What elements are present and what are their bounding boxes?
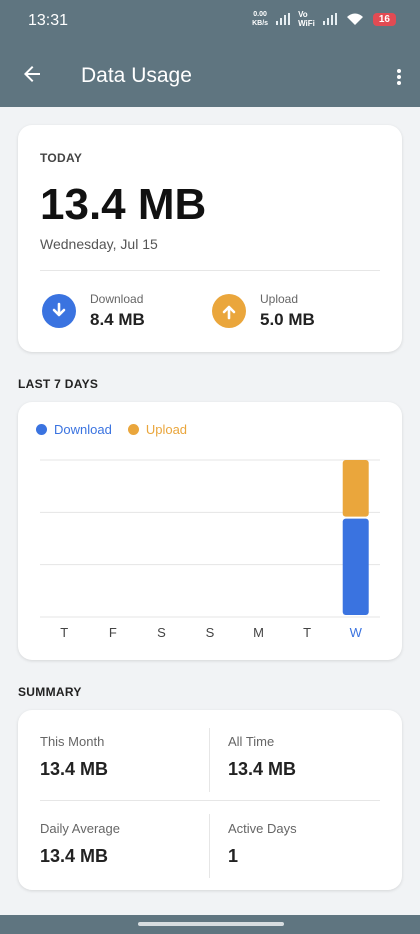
summary-card: This Month 13.4 MB All Time 13.4 MB Dail… bbox=[18, 710, 402, 890]
wifi-icon bbox=[346, 13, 363, 25]
active-days-value: 1 bbox=[228, 846, 239, 866]
today-total: 13.4 MB bbox=[40, 180, 207, 229]
summary-title: SUMMARY bbox=[18, 685, 82, 699]
upload-icon bbox=[212, 294, 246, 328]
upload-metric: Upload 5.0 MB bbox=[212, 292, 315, 330]
this-month-cell: This Month 13.4 MB bbox=[40, 734, 108, 780]
x-tick-label: S bbox=[206, 625, 215, 640]
x-tick-label: S bbox=[157, 625, 166, 640]
more-vert-icon[interactable] bbox=[396, 67, 402, 87]
vertical-divider bbox=[209, 814, 210, 878]
this-month-value: 13.4 MB bbox=[40, 759, 109, 779]
net-speed: 0.00 KB/s bbox=[252, 10, 268, 28]
download-value: 8.4 MB bbox=[90, 310, 145, 329]
toolbar: Data Usage bbox=[0, 58, 420, 98]
active-days-cell: Active Days 1 bbox=[228, 821, 297, 867]
status-time: 13:31 bbox=[28, 12, 69, 29]
bar-upload-6 bbox=[342, 460, 369, 517]
bar-download-6 bbox=[342, 518, 369, 615]
daily-average-value: 13.4 MB bbox=[40, 846, 109, 866]
last7-title: LAST 7 DAYS bbox=[18, 377, 99, 391]
upload-value: 5.0 MB bbox=[260, 310, 315, 329]
download-metric: Download 8.4 MB bbox=[42, 292, 145, 330]
net-speed-value: 0.00 bbox=[253, 11, 267, 18]
vo-text: Vo bbox=[298, 10, 308, 19]
today-date: Wednesday, Jul 15 bbox=[40, 236, 158, 252]
today-label: TODAY bbox=[40, 151, 83, 165]
wifi-text: WiFi bbox=[298, 19, 315, 28]
download-icon bbox=[42, 294, 76, 328]
download-label: Download bbox=[90, 292, 144, 306]
all-time-value: 13.4 MB bbox=[228, 759, 297, 779]
today-card: TODAY 13.4 MB Wednesday, Jul 15 Download… bbox=[18, 125, 402, 352]
x-tick-label: W bbox=[350, 625, 363, 640]
x-tick-label: F bbox=[109, 625, 117, 640]
vertical-divider bbox=[209, 728, 210, 792]
signal-icon bbox=[276, 13, 291, 25]
arrow-left-icon[interactable] bbox=[20, 62, 44, 86]
x-tick-label: M bbox=[253, 625, 264, 640]
all-time-label: All Time bbox=[228, 734, 275, 749]
chart-card: Download Upload TFSSMTW bbox=[18, 402, 402, 660]
daily-average-label: Daily Average bbox=[40, 821, 120, 836]
vowifi-label: Vo WiFi bbox=[298, 10, 315, 28]
net-speed-unit: KB/s bbox=[252, 20, 269, 27]
usage-chart: TFSSMTW bbox=[40, 459, 380, 640]
page-title: Data Usage bbox=[81, 64, 192, 87]
active-days-label: Active Days bbox=[228, 821, 297, 836]
x-tick-label: T bbox=[60, 625, 68, 640]
signal-icon-2 bbox=[322, 13, 337, 25]
x-tick-label: T bbox=[303, 625, 311, 640]
status-icons: 0.00 KB/s Vo WiFi 16 bbox=[252, 10, 396, 28]
daily-average-cell: Daily Average 13.4 MB bbox=[40, 821, 120, 867]
app-bar: 13:31 0.00 KB/s Vo WiFi 16 Data Usage bbox=[0, 0, 420, 107]
all-time-cell: All Time 13.4 MB bbox=[228, 734, 296, 780]
gesture-handle[interactable] bbox=[138, 922, 284, 926]
divider bbox=[40, 800, 380, 801]
battery-badge: 16 bbox=[372, 12, 396, 26]
divider bbox=[40, 270, 380, 271]
upload-label: Upload bbox=[260, 292, 299, 306]
this-month-label: This Month bbox=[40, 734, 105, 749]
system-nav-bar bbox=[0, 915, 420, 934]
